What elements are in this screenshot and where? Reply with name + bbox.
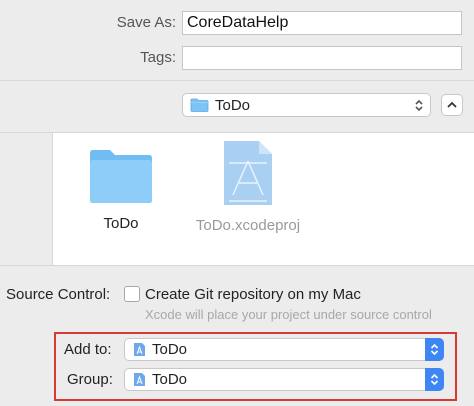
source-control-label: Source Control:: [6, 286, 111, 303]
add-to-label: Add to:: [64, 341, 112, 358]
add-to-value: ToDo: [152, 341, 188, 358]
group-stepper[interactable]: [425, 368, 444, 391]
up-down-arrows-icon: [430, 343, 439, 356]
browser-item-label: ToDo.xcodeproj: [195, 217, 301, 234]
divider-top: [0, 80, 474, 81]
tags-label: Tags:: [140, 49, 176, 66]
browser-item-todo-folder[interactable]: ToDo: [81, 145, 161, 232]
expand-button[interactable]: [441, 94, 463, 116]
tags-input[interactable]: [182, 46, 462, 70]
folder-icon: [190, 98, 209, 112]
add-to-stepper[interactable]: [425, 338, 444, 361]
source-control-hint: Xcode will place your project under sour…: [145, 307, 432, 322]
divider-browser-bottom: [0, 265, 474, 266]
file-browser[interactable]: ToDo ToDo.xcodeproj: [52, 133, 474, 265]
folder-icon: [90, 150, 152, 203]
up-down-arrows-icon: [430, 373, 439, 386]
create-git-label[interactable]: Create Git repository on my Mac: [145, 286, 361, 303]
chevron-up-icon: [447, 101, 457, 108]
browser-item-xcodeproj: ToDo.xcodeproj: [193, 139, 303, 234]
xcodeproj-icon: [134, 343, 145, 356]
location-label: ToDo: [215, 96, 251, 114]
xcodeproj-icon: [224, 141, 272, 205]
browser-item-label: ToDo: [103, 215, 139, 232]
create-git-checkbox[interactable]: [124, 286, 140, 302]
up-down-arrows-icon: [415, 99, 423, 112]
xcodeproj-icon: [134, 373, 145, 386]
group-select[interactable]: ToDo: [124, 368, 444, 391]
group-value: ToDo: [152, 371, 188, 388]
group-label: Group:: [67, 371, 113, 388]
location-popup[interactable]: ToDo: [182, 93, 431, 117]
add-to-select[interactable]: ToDo: [124, 338, 444, 361]
save-as-label: Save As:: [116, 14, 176, 31]
save-as-input[interactable]: CoreDataHelp: [182, 11, 462, 35]
